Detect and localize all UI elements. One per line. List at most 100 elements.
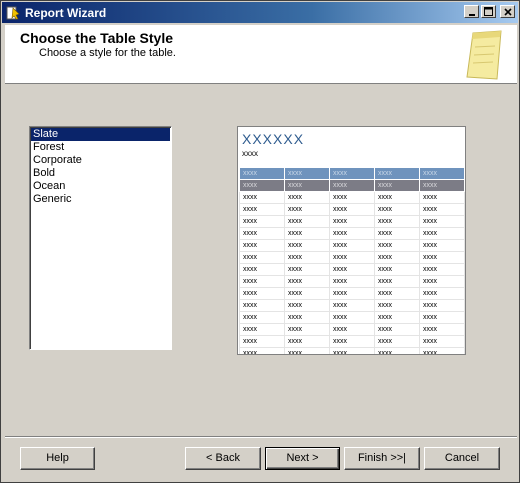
preview-cell: xxxx [239,347,285,354]
preview-cell: xxxx [329,299,375,312]
finish-button[interactable]: Finish >>| [344,447,420,470]
preview-cell: xxxx [284,287,330,300]
preview-cell: xxxx [284,203,330,216]
style-item-ocean[interactable]: Ocean [31,180,170,193]
preview-cell: xxxx [284,263,330,276]
preview-cell: xxxx [419,287,465,300]
preview-row: xxxx xxxx xxxx xxxx xxxx [239,335,465,348]
preview-cell: xxxx [329,191,375,204]
preview-cell: xxxx [329,179,375,192]
preview-cell: xxxx [239,167,285,180]
report-wizard-window: Report Wizard Choose the Table Style Cho… [0,0,520,483]
cancel-button[interactable]: Cancel [424,447,500,470]
preview-cell: xxxx [284,251,330,264]
preview-cell: xxxx [284,215,330,228]
preview-cell: xxxx [419,251,465,264]
preview-cell: xxxx [374,287,420,300]
preview-cell: xxxx [239,251,285,264]
preview-cell: xxxx [419,323,465,336]
preview-cell: xxxx [419,203,465,216]
preview-cell: xxxx [419,335,465,348]
preview-row: xxxx xxxx xxxx xxxx xxxx [239,191,465,204]
table-style-preview: XXXXXX xxxx xxxx xxxx xxxx xxxx xxxx xxxx xxxx… [237,126,466,355]
preview-cell: xxxx [329,239,375,252]
preview-cell: xxxx [239,323,285,336]
preview-cell: xxxx [374,263,420,276]
preview-cell: xxxx [239,287,285,300]
title-bar[interactable]: Report Wizard [2,2,518,23]
style-item-forest[interactable]: Forest [31,141,170,154]
preview-cell: xxxx [329,215,375,228]
preview-cell: xxxx [239,215,285,228]
preview-cell: xxxx [374,299,420,312]
preview-title: XXXXXX [242,131,305,147]
preview-cell: xxxx [284,179,330,192]
preview-header-row: xxxx xxxx xxxx xxxx xxxx [239,167,465,180]
wizard-header: Choose the Table Style Choose a style fo… [5,25,517,84]
preview-row: xxxx xxxx xxxx xxxx xxxx [239,239,465,252]
page-subtitle: Choose a style for the table. [39,47,176,59]
preview-cell: xxxx [329,335,375,348]
preview-cell: xxxx [284,299,330,312]
preview-cell: xxxx [239,275,285,288]
preview-subtitle: xxxx [242,149,258,158]
preview-cell: xxxx [284,227,330,240]
preview-cell: xxxx [374,167,420,180]
preview-cell: xxxx [374,227,420,240]
preview-cell: xxxx [419,167,465,180]
preview-cell: xxxx [239,299,285,312]
preview-cell: xxxx [419,347,465,354]
table-style-list[interactable]: Slate Forest Corporate Bold Ocean Generi… [29,126,172,350]
preview-cell: xxxx [419,239,465,252]
preview-cell: xxxx [374,323,420,336]
page-title: Choose the Table Style [20,30,173,46]
maximize-button[interactable] [481,5,496,18]
preview-cell: xxxx [239,179,285,192]
preview-cell: xxxx [284,167,330,180]
preview-cell: xxxx [239,227,285,240]
preview-cell: xxxx [329,263,375,276]
minimize-button[interactable] [464,5,479,18]
preview-row: xxxx xxxx xxxx xxxx xxxx [239,299,465,312]
preview-row: xxxx xxxx xxxx xxxx xxxx [239,203,465,216]
preview-cell: xxxx [374,239,420,252]
back-button[interactable]: < Back [185,447,261,470]
window-title: Report Wizard [25,5,107,20]
preview-cell: xxxx [239,203,285,216]
preview-cell: xxxx [284,239,330,252]
preview-row: xxxx xxxx xxxx xxxx xxxx [239,251,465,264]
close-button[interactable] [500,5,515,18]
preview-cell: xxxx [284,323,330,336]
preview-row: xxxx xxxx xxxx xxxx xxxx [239,311,465,324]
preview-row: xxxx xxxx xxxx xxxx xxxx [239,263,465,276]
preview-cell: xxxx [329,347,375,354]
preview-cell: xxxx [419,275,465,288]
preview-row: xxxx xxxx xxxx xxxx xxxx [239,323,465,336]
button-separator [5,436,517,438]
preview-row: xxxx xxxx xxxx xxxx xxxx [239,347,465,354]
style-item-generic[interactable]: Generic [31,193,170,206]
preview-cell: xxxx [239,263,285,276]
style-item-corporate[interactable]: Corporate [31,154,170,167]
preview-cell: xxxx [419,227,465,240]
preview-cell: xxxx [374,203,420,216]
preview-cell: xxxx [329,287,375,300]
style-item-slate[interactable]: Slate [31,128,170,141]
preview-cell: xxxx [374,179,420,192]
preview-cell: xxxx [374,335,420,348]
preview-cell: xxxx [374,251,420,264]
preview-row: xxxx xxxx xxxx xxxx xxxx [239,215,465,228]
preview-cell: xxxx [374,191,420,204]
preview-cell: xxxx [419,191,465,204]
report-wizard-icon [6,6,20,20]
help-button[interactable]: Help [20,447,95,470]
preview-row: xxxx xxxx xxxx xxxx xxxx [239,227,465,240]
next-button[interactable]: Next > [265,447,340,470]
preview-cell: xxxx [284,347,330,354]
preview-cell: xxxx [374,347,420,354]
preview-cell: xxxx [329,311,375,324]
preview-cell: xxxx [284,275,330,288]
preview-cell: xxxx [329,203,375,216]
style-item-bold[interactable]: Bold [31,167,170,180]
preview-group-row: xxxx xxxx xxxx xxxx xxxx [239,179,465,192]
